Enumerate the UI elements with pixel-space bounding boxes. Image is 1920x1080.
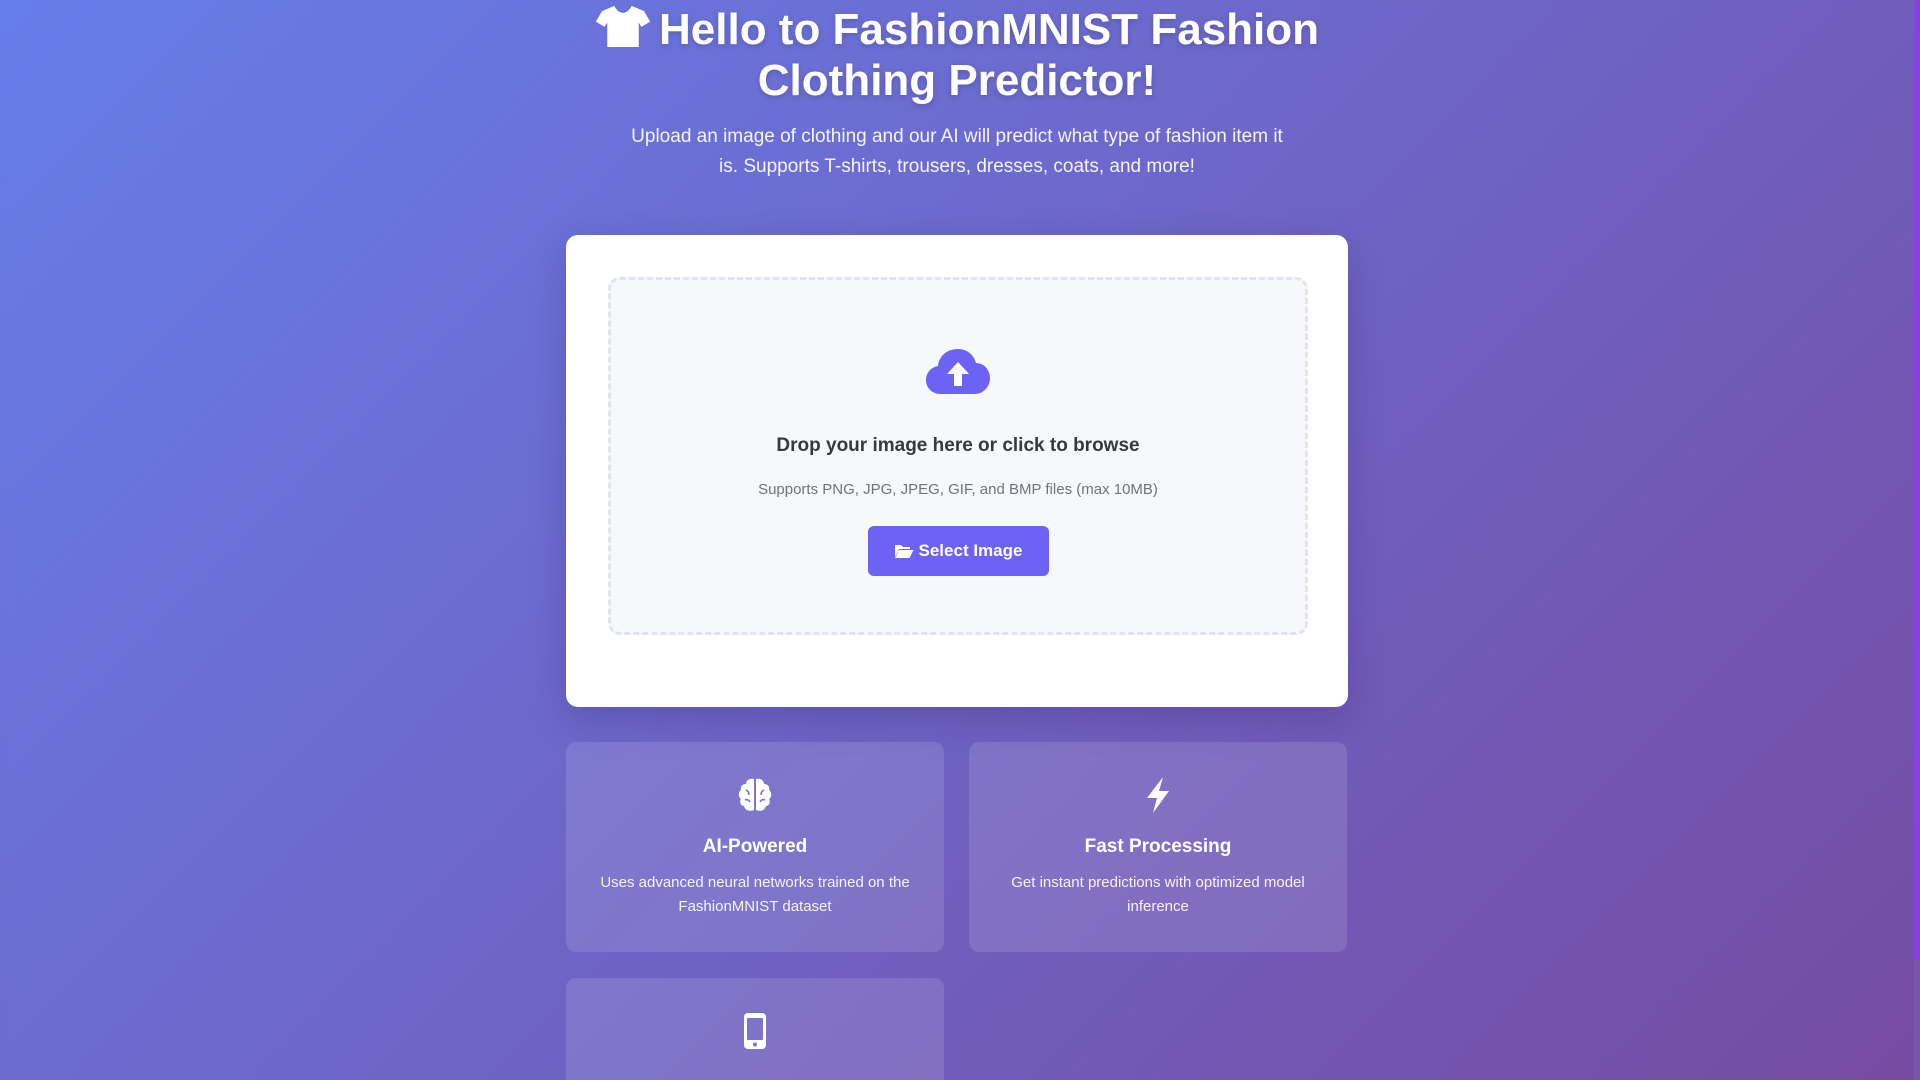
select-image-label: Select Image xyxy=(918,541,1023,560)
select-image-button[interactable]: Select Image xyxy=(867,526,1049,576)
page: Hello to FashionMNIST Fashion Clothing P… xyxy=(0,0,1914,1080)
header: Hello to FashionMNIST Fashion Clothing P… xyxy=(0,0,1914,182)
page-title-text: Hello to FashionMNIST Fashion Clothing P… xyxy=(659,5,1319,105)
cloud-upload-icon xyxy=(926,349,990,394)
brain-icon xyxy=(738,778,772,811)
feature-description: Get instant predictions with optimized m… xyxy=(1011,874,1305,915)
supported-formats-text: Supports PNG, JPG, JPEG, GIF, and BMP fi… xyxy=(758,481,1158,498)
bolt-icon xyxy=(1147,777,1169,813)
scrollbar-thumb[interactable] xyxy=(1914,0,1920,960)
page-title: Hello to FashionMNIST Fashion Clothing P… xyxy=(577,0,1337,106)
scrollbar-track[interactable] xyxy=(1914,0,1920,1080)
feature-card-mobile xyxy=(566,978,944,1080)
mobile-icon xyxy=(744,1013,766,1049)
folder-open-icon xyxy=(894,545,914,558)
feature-title: Fast Processing xyxy=(1084,836,1232,857)
feature-description: Uses advanced neural networks trained on… xyxy=(600,874,910,915)
feature-card-ai-powered: AI-Powered Uses advanced neural networks… xyxy=(566,742,944,952)
upload-card: Drop your image here or click to browse … xyxy=(566,235,1348,707)
tshirt-icon xyxy=(595,5,651,47)
page-subtitle: Upload an image of clothing and our AI w… xyxy=(631,126,1283,177)
dropzone-title: Drop your image here or click to browse xyxy=(776,435,1140,456)
upload-dropzone[interactable]: Drop your image here or click to browse … xyxy=(608,277,1308,635)
feature-card-fast-processing: Fast Processing Get instant predictions … xyxy=(969,742,1347,952)
feature-title: AI-Powered xyxy=(702,836,808,857)
